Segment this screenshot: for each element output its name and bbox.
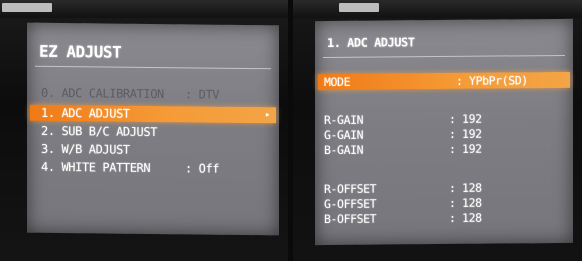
menu-item-b-offset[interactable]: B-OFFSET : 128	[315, 209, 573, 227]
bezel-label	[339, 3, 379, 12]
menu-item-label: 1. ADC ADJUST	[41, 105, 130, 121]
osd-title: EZ ADJUST	[39, 41, 122, 62]
menu-item-sub-bc-adjust[interactable]: 2. SUB B/C ADJUST	[27, 123, 279, 142]
menu-item-label: G-OFFSET	[324, 196, 377, 212]
menu-item-value: : DTV	[185, 87, 220, 102]
menu-item-label: 2. SUB B/C ADJUST	[41, 123, 158, 140]
chevron-right-icon: ▸	[264, 110, 270, 121]
osd-title: 1. ADC ADJUST	[327, 35, 415, 51]
title-divider	[35, 65, 271, 70]
menu-item-label: 4. WHITE PATTERN	[41, 159, 151, 175]
menu-item-wb-adjust[interactable]: 3. W/B ADJUST	[27, 141, 279, 160]
menu-item-value: : 128	[449, 195, 482, 210]
right-monitor-photo: 1. ADC ADJUST MODE : YPbPr(SD) R-GAIN : …	[293, 0, 582, 261]
menu-item-value: : YPbPr(SD)	[456, 73, 528, 88]
menu-item-b-gain[interactable]: B-GAIN : 192	[315, 140, 573, 158]
menu-item-label: B-GAIN	[324, 142, 364, 158]
menu-item-label: B-OFFSET	[324, 211, 377, 227]
menu-item-label: 0. ADC CALIBRATION	[41, 85, 164, 102]
menu-item-value: : 192	[449, 126, 482, 141]
menu-item-adc-adjust[interactable]: 1. ADC ADJUST ▸	[30, 104, 276, 124]
menu-item-label: 3. W/B ADJUST	[41, 141, 130, 157]
menu-item-adc-calibration[interactable]: 0. ADC CALIBRATION : DTV	[27, 85, 279, 104]
menu-item-label: G-GAIN	[324, 127, 364, 143]
left-monitor-photo: EZ ADJUST 0. ADC CALIBRATION : DTV 1. AD…	[0, 0, 288, 261]
menu-item-value: : 128	[449, 210, 482, 225]
menu-item-label: R-OFFSET	[324, 181, 377, 197]
menu-item-value: : 128	[449, 180, 482, 195]
ez-adjust-osd: EZ ADJUST 0. ADC CALIBRATION : DTV 1. AD…	[27, 22, 279, 236]
menu-item-value: : Off	[185, 161, 220, 176]
menu-item-label: R-GAIN	[324, 112, 364, 128]
adc-adjust-osd: 1. ADC ADJUST MODE : YPbPr(SD) R-GAIN : …	[315, 18, 573, 246]
menu-item-white-pattern[interactable]: 4. WHITE PATTERN : Off	[27, 159, 279, 178]
bezel-label	[2, 3, 52, 12]
menu-item-label: MODE	[324, 74, 351, 90]
title-divider	[323, 54, 565, 59]
monitor-bezel	[293, 0, 582, 18]
menu-item-value: : 192	[449, 141, 482, 156]
menu-item-mode[interactable]: MODE : YPbPr(SD)	[318, 71, 570, 91]
menu-item-value: : 192	[449, 111, 482, 126]
